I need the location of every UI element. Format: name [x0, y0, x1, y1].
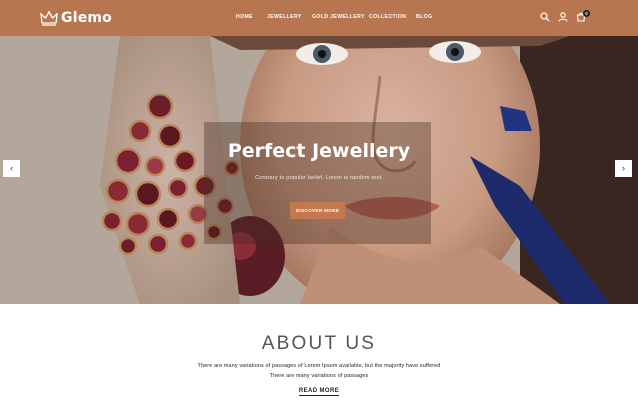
nav-item-jewellery[interactable]: JEWELLERY: [267, 14, 302, 20]
main-nav: HOME JEWELLERY GOLD JEWELLERY COLLECTION…: [226, 0, 452, 36]
crown-icon: [40, 11, 58, 26]
slider-prev-button[interactable]: ‹: [3, 160, 20, 177]
about-text-line1: There are many variations of passages of…: [197, 363, 441, 369]
slider-next-button[interactable]: ›: [615, 160, 632, 177]
brand-name: Glemo: [61, 10, 112, 26]
search-icon[interactable]: [539, 11, 551, 23]
discover-more-button[interactable]: DISCOVER MORE: [290, 202, 345, 219]
nav-item-gold-jewellery[interactable]: GOLD JEWELLERY: [312, 14, 365, 20]
hero-title: Perfect Jewellery: [227, 140, 411, 162]
site-header: Glemo HOME JEWELLERY GOLD JEWELLERY COLL…: [0, 0, 638, 36]
nav-item-home[interactable]: HOME: [236, 14, 253, 20]
read-more-label: READ MORE: [298, 388, 340, 396]
chevron-left-icon: ‹: [10, 163, 13, 173]
about-title: ABOUT US: [261, 333, 377, 354]
hero-subtitle: Contrary to popular belief, Lorem is ran…: [255, 175, 383, 181]
read-more-link[interactable]: READ MORE: [0, 388, 638, 396]
nav-item-blog[interactable]: BLOG: [416, 14, 432, 20]
cart-count-badge: 0: [583, 10, 590, 17]
logo[interactable]: Glemo: [40, 7, 112, 29]
hero-banner: Perfect Jewellery Contrary to popular be…: [0, 36, 638, 304]
about-text-line2: There are many variations of passages: [269, 373, 369, 379]
page: Glemo HOME JEWELLERY GOLD JEWELLERY COLL…: [0, 0, 638, 401]
chevron-right-icon: ›: [622, 163, 625, 173]
nav-item-collection[interactable]: COLLECTION: [369, 14, 406, 20]
user-icon[interactable]: [557, 11, 569, 23]
